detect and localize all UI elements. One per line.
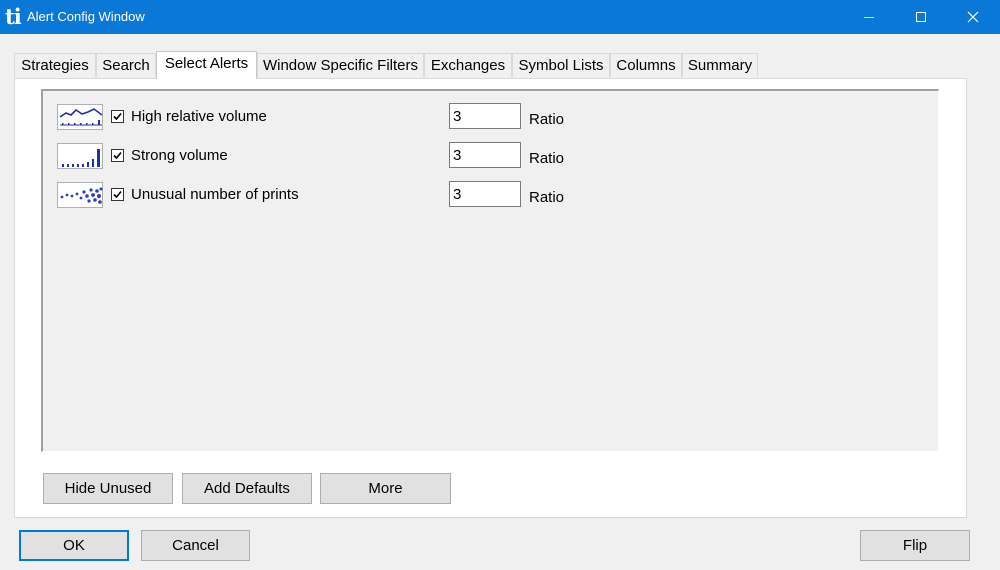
tab-summary[interactable]: Summary	[682, 53, 758, 77]
relative-volume-chart-icon	[57, 104, 103, 130]
alert-row: High relative volume Ratio	[43, 103, 941, 134]
tab-window-specific-filters[interactable]: Window Specific Filters	[257, 53, 424, 77]
prints-dots-icon	[57, 182, 103, 208]
alert-unit-label: Ratio	[529, 150, 565, 167]
alert-enabled-checkbox[interactable]	[111, 188, 124, 201]
maximize-button[interactable]	[898, 0, 944, 34]
close-icon	[967, 11, 979, 23]
title-bar[interactable]: ti Alert Config Window	[0, 0, 1000, 34]
checkmark-icon	[113, 112, 122, 121]
tab-exchanges[interactable]: Exchanges	[424, 53, 512, 77]
ok-button[interactable]: OK	[19, 530, 129, 561]
tab-select-alerts[interactable]: Select Alerts	[156, 51, 257, 79]
alert-enabled-checkbox[interactable]	[111, 110, 124, 123]
alert-unit-label: Ratio	[529, 189, 565, 206]
cancel-button[interactable]: Cancel	[141, 530, 250, 561]
tab-columns[interactable]: Columns	[610, 53, 682, 77]
close-button[interactable]	[950, 0, 996, 34]
alert-ratio-input[interactable]	[449, 142, 521, 168]
window-title: Alert Config Window	[27, 9, 145, 24]
alert-row: Unusual number of prints Ratio	[43, 181, 941, 212]
tab-search[interactable]: Search	[96, 53, 156, 77]
more-button[interactable]: More	[320, 473, 451, 504]
hide-unused-button[interactable]: Hide Unused	[43, 473, 173, 504]
maximize-icon	[916, 12, 926, 22]
alert-label: Strong volume	[131, 147, 228, 164]
alerts-list-panel[interactable]: High relative volume Ratio Strong volume…	[41, 89, 939, 452]
minimize-icon	[864, 17, 874, 18]
alert-unit-label: Ratio	[529, 111, 565, 128]
alert-ratio-input[interactable]	[449, 181, 521, 207]
checkmark-icon	[113, 190, 122, 199]
add-defaults-button[interactable]: Add Defaults	[182, 473, 312, 504]
tab-symbol-lists[interactable]: Symbol Lists	[512, 53, 610, 77]
alert-row: Strong volume Ratio	[43, 142, 941, 173]
alert-label: High relative volume	[131, 108, 267, 125]
alert-label: Unusual number of prints	[131, 186, 299, 203]
alert-ratio-input[interactable]	[449, 103, 521, 129]
minimize-button[interactable]	[846, 0, 892, 34]
checkmark-icon	[113, 151, 122, 160]
app-logo-icon: ti	[5, 4, 22, 29]
flip-button[interactable]: Flip	[860, 530, 970, 561]
strong-volume-bars-icon	[57, 143, 103, 169]
alert-enabled-checkbox[interactable]	[111, 149, 124, 162]
tab-strategies[interactable]: Strategies	[14, 53, 96, 77]
